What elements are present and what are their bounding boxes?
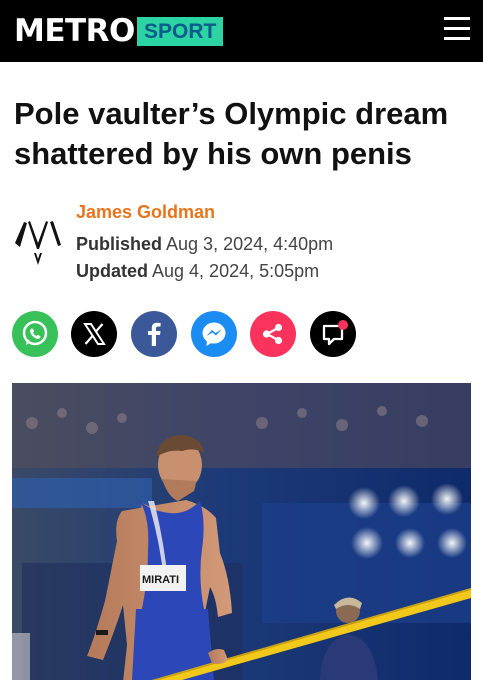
updated-label: Updated [76,261,148,281]
facebook-icon [148,322,161,346]
section-tag-sport[interactable]: SPORT [137,17,224,46]
messenger-icon [202,322,226,346]
hamburger-menu-icon[interactable] [444,17,470,41]
messenger-share-button[interactable] [191,311,237,357]
article-title: Pole vaulter’s Olympic dream shattered b… [14,96,449,171]
published-label: Published [76,234,163,254]
facebook-share-button[interactable] [131,311,177,357]
updated-date: Aug 4, 2024, 5:05pm [152,261,320,281]
site-header: METRO SPORT [0,0,483,62]
whatsapp-icon [22,320,48,346]
article-hero-image[interactable]: MIRATI [12,383,471,680]
published-date: Aug 3, 2024, 4:40pm [166,234,334,254]
published-line: Published Aug 3, 2024, 4:40pm [76,232,333,256]
bib-number-text: MIRATI [142,574,179,586]
author-name[interactable]: James Goldman [76,200,215,224]
x-share-button[interactable] [71,311,117,357]
comments-button[interactable] [310,311,356,357]
metro-logo[interactable]: METRO [14,12,135,50]
author-avatar[interactable] [12,213,64,265]
pole-vaulter-photo: MIRATI [12,383,471,680]
whatsapp-share-button[interactable] [12,311,58,357]
generic-share-button[interactable] [250,311,296,357]
comment-icon [322,320,348,346]
share-icon [262,323,283,345]
x-icon [83,323,106,345]
updated-line: Updated Aug 4, 2024, 5:05pm [76,259,319,283]
